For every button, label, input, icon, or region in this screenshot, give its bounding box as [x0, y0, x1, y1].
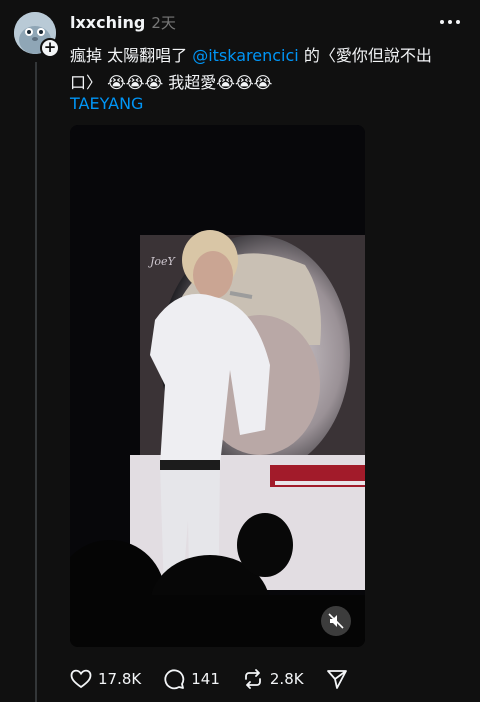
post-text: 瘋掉 太陽翻唱了 @itskarencici 的〈愛你但說不出 口〉 😭😭😭 我… [70, 42, 450, 96]
timestamp: 2天 [151, 14, 176, 32]
comment-icon [164, 669, 185, 690]
repost-button[interactable]: 2.8K [242, 668, 304, 690]
hashtag-link[interactable]: TAEYANG [70, 94, 143, 113]
post-text-line2: 口〉 😭😭😭 我超愛😭😭😭 [70, 73, 273, 92]
mute-icon[interactable] [321, 606, 351, 636]
username[interactable]: lxxching [70, 13, 145, 32]
share-icon [326, 670, 347, 689]
video-player[interactable]: JoeY [70, 125, 365, 647]
post-text-part2: 的〈愛你但說不出 [298, 46, 432, 65]
follow-plus-icon[interactable]: + [40, 38, 60, 58]
repost-count: 2.8K [269, 670, 304, 688]
mention-link[interactable]: @itskarencici [192, 46, 299, 65]
comment-count: 141 [191, 670, 220, 688]
thread-line [35, 62, 37, 702]
video-frame: JoeY [70, 125, 365, 647]
video-watermark: JoeY [148, 255, 177, 268]
repost-icon [244, 669, 261, 689]
post-text-part1: 瘋掉 太陽翻唱了 [70, 46, 193, 65]
action-bar: 17.8K 141 2.8K [70, 668, 370, 690]
heart-icon [70, 669, 92, 689]
post-header: lxxching 2天 [70, 12, 176, 33]
more-icon[interactable] [440, 18, 464, 26]
comment-button[interactable]: 141 [163, 668, 220, 690]
like-count: 17.8K [98, 670, 142, 688]
share-button[interactable] [326, 668, 348, 690]
like-button[interactable]: 17.8K [70, 669, 141, 689]
